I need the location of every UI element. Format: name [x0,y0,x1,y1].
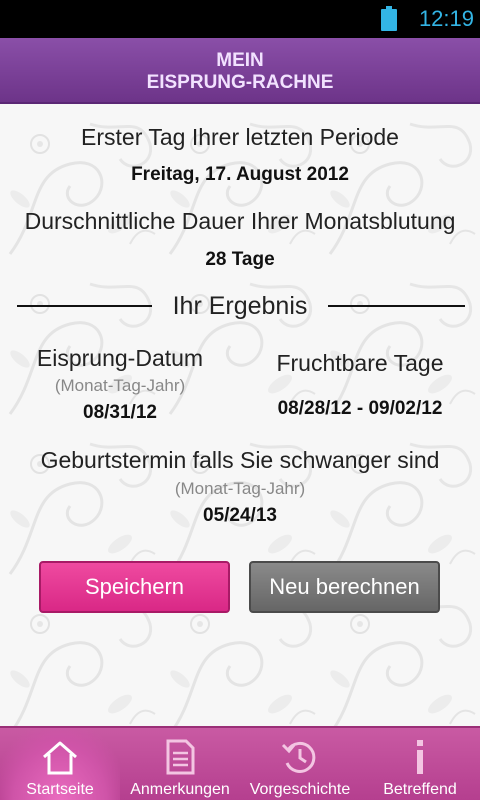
fertile-days-label: Fruchtbare Tage [276,350,444,376]
tab-betreffend[interactable]: Betreffend [360,728,480,800]
due-date: 05/24/13 [203,505,277,526]
tab-label: Vorgeschichte [249,781,351,798]
header-title-line1: MEIN [216,50,264,71]
notes-icon [166,739,195,775]
period-label: Erster Tag Ihrer letzten Periode [81,124,399,150]
tab-label: Betreffend [383,781,457,798]
tab-label: Startseite [26,781,94,798]
due-date-label: Geburtstermin falls Sie schwanger sind [40,447,440,473]
save-button[interactable]: Speichern [39,561,230,613]
header-title-line2: EISPRUNG-RACHNE [146,72,334,93]
recalculate-button[interactable]: Neu berechnen [249,561,440,613]
home-icon [43,741,77,775]
tab-startseite[interactable]: Startseite [0,728,120,800]
duration-label: Durschnittliche Dauer Ihrer Monatsblutun… [24,208,456,234]
tab-anmerkungen[interactable]: Anmerkungen [120,728,240,800]
app-header: MEIN EISPRUNG-RACHNE [0,38,480,104]
result-heading: Ihr Ergebnis [172,292,308,320]
main-content: Erster Tag Ihrer letzten Periode Freitag… [0,104,480,726]
duration-value[interactable]: 28 Tage [0,248,480,272]
bottom-tab-bar: Startseite Anmerkungen Vorgeschichte Bet… [0,726,480,800]
history-icon [281,742,316,773]
divider-right [328,305,465,307]
tab-vorgeschichte[interactable]: Vorgeschichte [240,728,360,800]
ovulation-date: 08/31/12 [83,402,157,423]
divider-left [17,305,152,307]
tab-label: Anmerkungen [130,781,230,798]
due-date-format-hint: (Monat-Tag-Jahr) [174,479,306,498]
battery-full-icon [381,6,397,31]
status-bar: 12:19 [0,0,480,38]
ovulation-label: Eisprung-Datum [36,345,204,371]
status-clock: 12:19 [418,6,474,31]
fertile-days-range: 08/28/12 - 09/02/12 [277,398,443,419]
info-icon [417,740,423,774]
period-value[interactable]: Freitag, 17. August 2012 [0,163,480,187]
ovulation-format-hint: (Monat-Tag-Jahr) [54,376,186,395]
